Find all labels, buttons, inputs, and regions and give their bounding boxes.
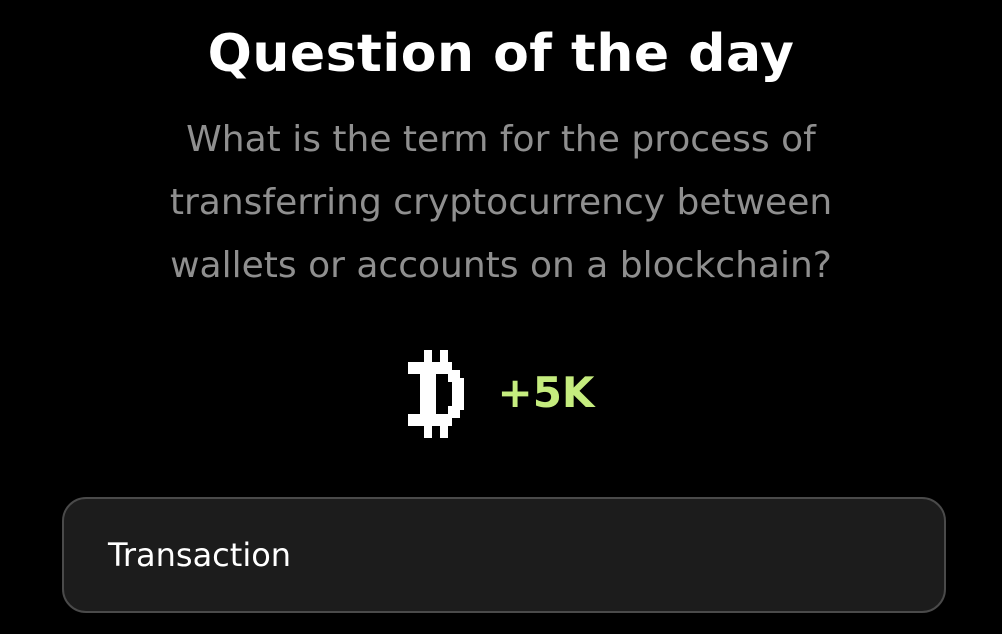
page-title: Question of the day	[207, 24, 795, 84]
question-of-the-day-screen: Question of the day What is the term for…	[0, 0, 1002, 634]
reward-amount: +5K	[497, 367, 595, 417]
answer-option-button[interactable]: Transaction	[62, 497, 946, 613]
reward-row: +5K	[0, 348, 1002, 440]
question-text: What is the term for the process of tran…	[169, 119, 833, 286]
pixel-coin-icon	[407, 350, 464, 438]
answer-option-label: Transaction	[108, 536, 292, 574]
